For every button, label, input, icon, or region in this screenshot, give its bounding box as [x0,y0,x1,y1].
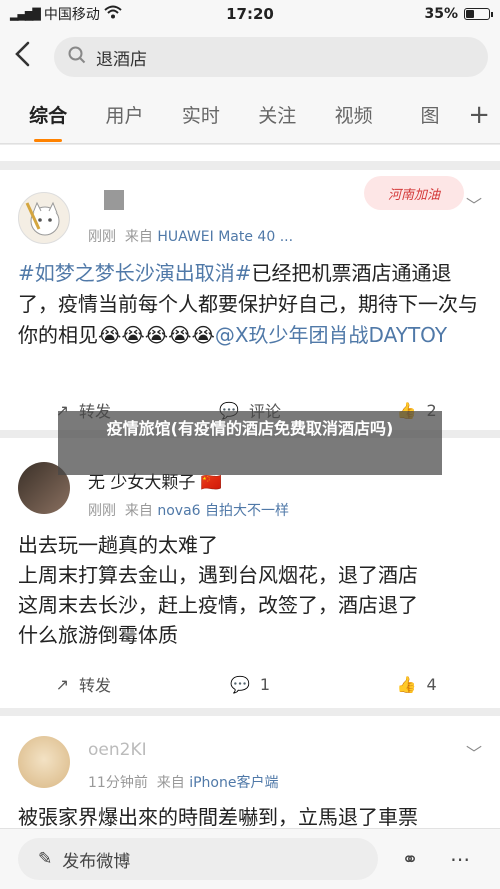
like-button[interactable]: 👍 4 [333,672,500,696]
repost-button[interactable]: ↗转发 [0,672,167,696]
post-text: 出去玩一趟真的太难了 上周末打算去金山，遇到台风烟花，退了酒店 这周末去长沙，赶… [18,533,418,647]
post-card[interactable]: oen2KI ﹀ 11分钟前 来自 iPhone客户端 被張家界爆出來的時間差嚇… [0,716,500,829]
overlay-title: 疫情旅馆(有疫情的酒店免费取消酒店吗) [58,411,442,475]
post-text: #如梦之梦长沙演出取消#已经把机票酒店通通退了，疫情当前每个人都要保护好自己，期… [18,261,478,347]
compose-button[interactable]: ✎ 发布微博 [18,838,378,880]
post-source: iPhone客户端 [189,775,279,791]
tab-bar: 综合 用户 实时 关注 视频 图 + [0,86,500,144]
comment-button[interactable]: 💬 1 [167,672,334,696]
avatar[interactable] [18,192,70,244]
post-meta: 刚刚 来自 nova6 自拍大不一样 [88,503,290,519]
status-bar: ▂▄▆█ 中国移动 17:20 35% [0,0,500,28]
search-header: 退酒店 [0,28,500,86]
post-meta: 刚刚 来自 HUAWEI Mate 40 ... [88,229,294,245]
battery-icon [464,8,493,20]
back-icon[interactable] [12,41,42,73]
chevron-down-icon[interactable]: ﹀ [466,740,482,764]
tab-users[interactable]: 用户 [86,101,162,128]
search-icon [68,46,86,69]
search-input[interactable]: 退酒店 [54,37,488,77]
search-query: 退酒店 [96,49,147,70]
carrier-label: 中国移动 [43,7,100,23]
post-actions: ↗ 转发 💬 1 👍 4 [0,672,500,696]
share-icon[interactable]: ⚭ [392,847,428,871]
wifi-icon [104,5,122,23]
tab-video[interactable]: 视频 [315,101,391,128]
username[interactable]: oen2KI [88,740,147,760]
post-source: nova6 自拍大不一样 [157,503,290,519]
tab-realtime[interactable]: 实时 [163,101,239,128]
badge-henan: 河南加油 [364,176,464,210]
post-meta: 11分钟前 来自 iPhone客户端 [88,775,279,791]
tab-images[interactable]: 图 [392,101,468,128]
post-source: HUAWEI Mate 40 ... [157,229,294,245]
more-icon[interactable]: ⋯ [442,847,478,871]
edit-icon: ✎ [38,849,53,869]
previous-post-fragment [0,145,500,161]
bottom-bar: ✎ 发布微博 ⚭ ⋯ [0,828,500,889]
avatar[interactable] [18,736,70,788]
repost-icon: ↗ [55,674,70,694]
like-icon: 👍 [396,674,417,694]
chevron-down-icon[interactable]: ﹀ [466,192,482,216]
mention-link[interactable]: @X玖少年团肖战DAYTOY [215,323,447,347]
topic-link[interactable]: #如梦之梦长沙演出取消# [18,261,252,285]
tab-comprehensive[interactable]: 综合 [10,101,86,142]
add-tab-icon[interactable]: + [468,100,490,130]
signal-icon: ▂▄▆█ [10,7,41,21]
battery-percent: 35% [424,6,458,22]
comment-icon: 💬 [229,674,250,694]
post-card[interactable]: 无 少女大颗子 🇨🇳 刚刚 来自 nova6 自拍大不一样 出去玩一趟真的太难了… [0,438,500,708]
emoji-row: 😭😭😭😭😭 [98,323,215,347]
post-card[interactable]: 河南加油 ﹀ 刚刚 来自 HUAWEI Mate 40 ... #如梦之梦长沙演… [0,170,500,430]
tab-following[interactable]: 关注 [239,101,315,128]
clock: 17:20 [226,5,274,23]
username-redacted [104,190,124,210]
